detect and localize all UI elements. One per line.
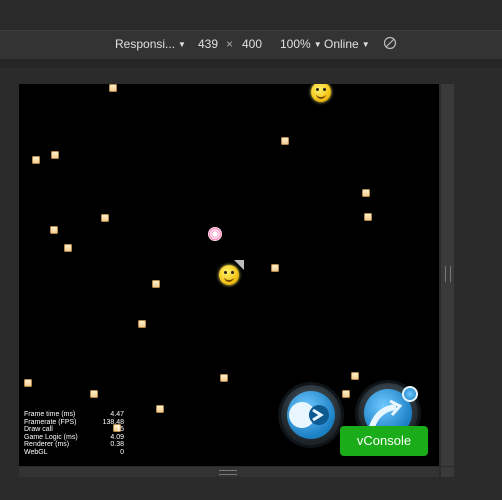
lollipop-item — [208, 227, 222, 241]
cheese-item — [156, 405, 164, 413]
stat-row: Framerate (FPS) 138.48 — [24, 418, 124, 426]
rotate-icon[interactable] — [383, 36, 397, 53]
cheese-item — [342, 390, 350, 398]
cheese-item — [351, 372, 359, 380]
move-button-face — [287, 391, 335, 439]
chevron-down-icon: ▼ — [178, 40, 186, 49]
stat-row: WebGL 0 — [24, 448, 124, 456]
stat-row: Frame time (ms) 4.47 — [24, 411, 124, 418]
jump-indicator-icon — [402, 386, 418, 402]
network-throttle-select[interactable]: Online ▼ — [324, 37, 370, 51]
cheese-item — [51, 151, 59, 159]
enemy-smiley — [311, 84, 331, 102]
height-input[interactable]: 400 — [242, 37, 262, 51]
resize-handle-bottom[interactable] — [19, 467, 439, 477]
cheese-item — [364, 213, 372, 221]
cheese-item — [64, 244, 72, 252]
ruler-strip — [0, 59, 502, 68]
cheese-item — [24, 379, 32, 387]
vconsole-button[interactable]: vConsole — [340, 426, 428, 456]
device-toolbar: Responsi... ▼ 439 × 400 100% ▼ Online ▼ — [0, 30, 502, 60]
stat-row: Game Logic (ms) 4.09 — [24, 433, 124, 441]
cheese-item — [90, 390, 98, 398]
cheese-item — [281, 137, 289, 145]
cheese-item — [152, 280, 160, 288]
stat-row: Draw call 15 — [24, 426, 124, 433]
zoom-select-label: 100% — [280, 37, 311, 51]
network-select-label: Online — [324, 37, 359, 51]
cheese-item — [138, 320, 146, 328]
cheese-item — [109, 84, 117, 92]
cheese-item — [271, 264, 279, 272]
width-input[interactable]: 439 — [198, 37, 218, 51]
cheese-item — [50, 226, 58, 234]
times-sign: × — [226, 37, 234, 51]
chevron-down-icon: ▼ — [361, 40, 370, 49]
chevron-down-icon: ▼ — [313, 40, 322, 49]
grip-icon — [219, 470, 237, 475]
stat-row: Renderer (ms) 0.38 — [24, 441, 124, 448]
resize-handle-corner[interactable] — [441, 467, 454, 477]
cheese-item — [220, 374, 228, 382]
game-canvas[interactable]: Frame time (ms) 4.47 Framerate (FPS) 138.4… — [19, 84, 439, 466]
direction-arrow-icon — [234, 260, 244, 270]
arrow-right-icon — [289, 402, 329, 428]
cheese-item — [32, 156, 40, 164]
cheese-item — [101, 214, 109, 222]
resize-handle-right[interactable] — [441, 84, 454, 466]
zoom-select[interactable]: 100% ▼ — [280, 37, 322, 51]
device-select[interactable]: Responsi... ▼ — [115, 37, 186, 51]
performance-stats: Frame time (ms) 4.47 Framerate (FPS) 138.4… — [24, 411, 124, 456]
grip-icon — [445, 266, 451, 282]
move-button[interactable] — [281, 385, 341, 445]
device-select-label: Responsi... — [115, 37, 176, 51]
devtools-top-strip — [0, 0, 502, 30]
cheese-item — [362, 189, 370, 197]
